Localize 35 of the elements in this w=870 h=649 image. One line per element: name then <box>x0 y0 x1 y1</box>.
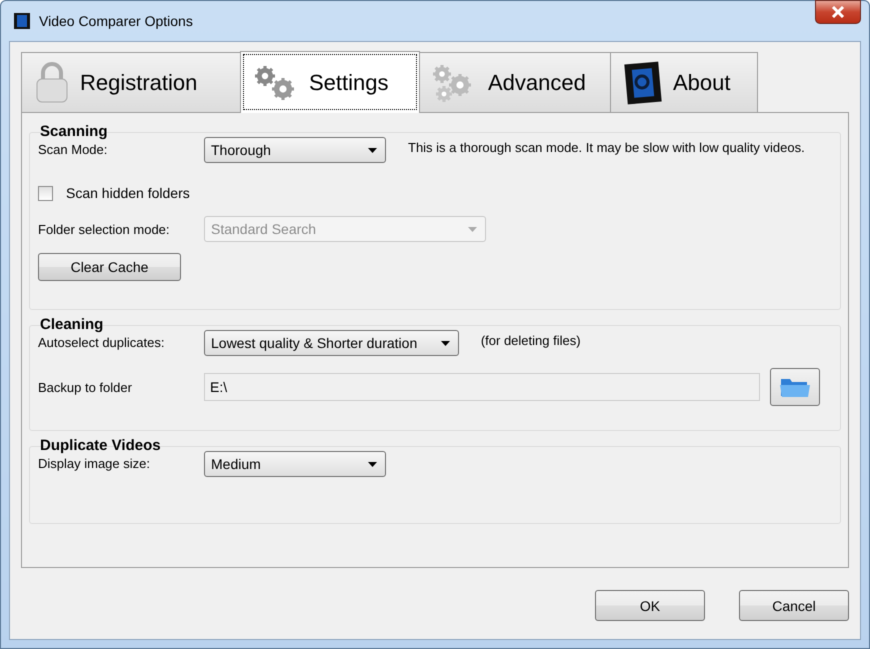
dialog-button[interactable]: Cancel <box>739 590 849 621</box>
dropdown[interactable]: Medium <box>204 451 386 477</box>
app-icon <box>13 12 31 30</box>
tab[interactable]: Advanced <box>419 52 611 112</box>
group-title: Cleaning <box>40 316 104 333</box>
checkbox[interactable] <box>38 186 53 200</box>
tab[interactable]: Settings <box>240 51 420 113</box>
padlock-icon <box>34 62 70 104</box>
dialog-button[interactable]: OK <box>595 590 705 621</box>
hint-text: This is a thorough scan mode. It may be slow with low quality videos. <box>408 139 806 156</box>
caret-icon <box>468 226 477 232</box>
folder-field[interactable]: E:\ <box>204 373 760 401</box>
caret-icon <box>368 462 377 466</box>
field-label: Scan Mode: <box>38 141 108 157</box>
field-label: Backup to folder <box>38 380 133 394</box>
close-icon <box>831 6 845 18</box>
film-icon <box>623 60 663 104</box>
checkbox-label: Scan hidden folders <box>66 185 190 201</box>
caret-icon <box>440 340 450 346</box>
group-title: Duplicate Videos <box>40 437 161 454</box>
dropdown[interactable]: Lowest quality & Shorter duration <box>204 330 459 356</box>
folder-icon <box>779 376 811 398</box>
tab[interactable]: Registration <box>21 52 241 112</box>
window-title: Video Comparer Options <box>39 13 194 29</box>
tab[interactable]: About <box>610 52 758 112</box>
group-title: Scanning <box>40 123 108 140</box>
hint-text: (for deleting files) <box>480 332 582 349</box>
caret-icon <box>368 148 377 152</box>
field-label: Folder selection mode: <box>38 222 171 236</box>
field-label: Autoselect duplicates: <box>38 334 166 350</box>
browse-button[interactable] <box>770 368 820 406</box>
field-label: Display image size: <box>38 455 151 471</box>
clear-cache-button[interactable]: Clear Cache <box>38 253 181 281</box>
dropdown[interactable]: Thorough <box>204 137 386 163</box>
close-button[interactable] <box>815 0 861 24</box>
